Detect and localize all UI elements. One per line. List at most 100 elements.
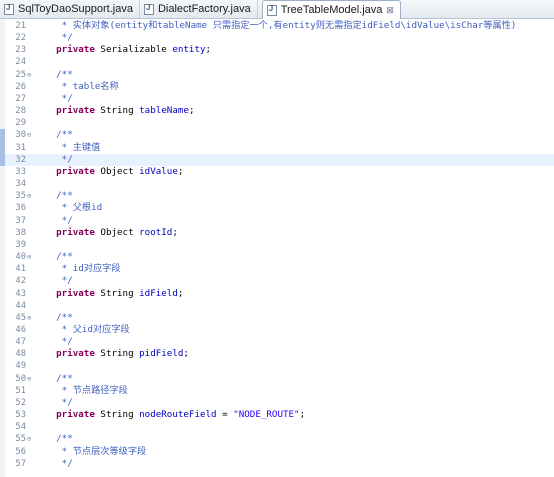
code-line[interactable]: 57 */ (0, 458, 554, 470)
code-editor[interactable]: 21 * 实体对象(entity和tableName 只需指定一个,有entit… (0, 19, 554, 477)
code-token: */ (34, 275, 73, 287)
line-number: 51 (15, 385, 26, 396)
code-token: */ (34, 32, 73, 44)
code-token: pidField (139, 348, 184, 360)
code-token: private (56, 44, 95, 56)
line-number: 37 (15, 215, 26, 226)
code-line[interactable]: 38 private Object rootId; (0, 227, 554, 239)
line-number: 27 (15, 93, 26, 104)
line-number: 47 (15, 337, 26, 348)
change-marker (0, 153, 5, 166)
code-text: */ (34, 458, 73, 470)
code-token: private (56, 105, 95, 117)
code-line[interactable]: 56 * 节点层次等级字段 (0, 446, 554, 458)
code-text: */ (34, 397, 73, 409)
code-text: /** (34, 190, 73, 202)
tab-sqltoydaosupport[interactable]: SqlToyDaoSupport.java (0, 0, 140, 18)
code-line[interactable]: 42 */ (0, 275, 554, 287)
code-line[interactable]: 31 * 主键值 (0, 141, 554, 154)
code-token: ; (188, 105, 195, 117)
code-token: /** (34, 129, 73, 141)
code-token: rootId (139, 226, 173, 238)
code-line[interactable]: 33 private Object idValue; (0, 166, 554, 178)
code-line[interactable]: 51 * 节点路径字段 (0, 385, 554, 397)
code-line[interactable]: 25 ⊖ /** (0, 69, 554, 81)
code-line[interactable]: 35 ⊖ /** (0, 190, 554, 202)
line-number: 23 (15, 45, 26, 56)
line-number: 55 (15, 434, 26, 445)
code-text: /** (34, 433, 73, 445)
code-line[interactable]: 30 ⊖ /** (0, 129, 554, 142)
code-line[interactable]: 32 */ (0, 153, 554, 166)
code-line[interactable]: 53 private String nodeRouteField = "NODE… (0, 409, 554, 421)
code-text: private String idField; (34, 288, 183, 300)
code-text: private Object idValue; (34, 166, 183, 178)
code-token: tableName (139, 105, 189, 117)
code-line[interactable]: 22 */ (0, 32, 554, 44)
code-line[interactable]: 24 (0, 56, 554, 68)
code-line[interactable]: 37 */ (0, 215, 554, 227)
code-line[interactable]: 27 */ (0, 93, 554, 105)
line-number: 26 (15, 81, 26, 92)
tab-label: DialectFactory.java (157, 3, 251, 15)
line-number: 44 (15, 300, 26, 311)
code-text: private Serializable entity; (34, 44, 211, 56)
code-token: * id对应字段 (34, 263, 121, 275)
code-line[interactable]: 34 (0, 178, 554, 190)
code-line[interactable]: 26 * table名称 (0, 81, 554, 93)
code-token: String (94, 105, 140, 117)
code-token: private (56, 287, 95, 299)
code-token: ; (172, 226, 178, 238)
code-line[interactable]: 48 private String pidField; (0, 348, 554, 360)
code-token: /** (34, 433, 73, 445)
code-line[interactable]: 47 */ (0, 336, 554, 348)
code-line[interactable]: 45 ⊖ /** (0, 312, 554, 324)
code-line[interactable]: 36 * 父根id (0, 202, 554, 214)
code-line[interactable]: 52 */ (0, 397, 554, 409)
code-token: * 节点层次等级字段 (34, 445, 147, 457)
code-line[interactable]: 44 (0, 300, 554, 312)
code-token: */ (34, 336, 73, 348)
line-number: 33 (15, 166, 26, 177)
code-text: /** (34, 129, 73, 141)
tab-dialectfactory[interactable]: DialectFactory.java (140, 0, 258, 18)
tab-label: TreeTableModel.java (280, 4, 383, 16)
code-line[interactable]: 46 * 父id对应字段 (0, 324, 554, 336)
code-token: * 主键值 (34, 141, 101, 153)
code-text: */ (34, 215, 73, 227)
code-line[interactable]: 40 ⊖ /** (0, 251, 554, 263)
code-line[interactable]: 21 * 实体对象(entity和tableName 只需指定一个,有entit… (0, 20, 554, 32)
line-number: 40 (15, 252, 26, 263)
line-number: 22 (15, 33, 26, 44)
code-line[interactable]: 49 (0, 360, 554, 372)
change-marker (0, 141, 5, 154)
line-number: 34 (15, 179, 26, 190)
code-line[interactable]: 39 (0, 239, 554, 251)
code-line[interactable]: 28 private String tableName; (0, 105, 554, 117)
code-line[interactable]: 29 (0, 117, 554, 129)
code-text: /** (34, 312, 73, 324)
close-tab-icon[interactable]: ⊠ (386, 5, 394, 16)
code-token: * 节点路径字段 (34, 384, 128, 396)
code-text: * 节点路径字段 (34, 385, 128, 397)
code-text: * 实体对象(entity和tableName 只需指定一个,有entity则无… (34, 20, 517, 32)
code-text: * 父id对应字段 (34, 324, 130, 336)
code-text: * 节点层次等级字段 (34, 445, 147, 458)
code-token: /** (34, 251, 73, 263)
code-line[interactable]: 41 * id对应字段 (0, 263, 554, 275)
code-token: * 父id对应字段 (34, 324, 130, 335)
code-text: */ (34, 32, 73, 44)
code-line[interactable]: 43 private String idField; (0, 288, 554, 300)
code-line[interactable]: 23 private Serializable entity; (0, 44, 554, 56)
line-number: 57 (15, 458, 26, 469)
code-line[interactable]: 55 ⊖ /** (0, 433, 554, 445)
code-token: /** (34, 372, 73, 384)
line-number: 21 (15, 21, 26, 31)
code-line[interactable]: 54 (0, 421, 554, 433)
code-line[interactable]: 50 ⊖ /** (0, 373, 554, 385)
code-token: Object (94, 165, 140, 177)
tab-treetablemodel[interactable]: TreeTableModel.java ⊠ (261, 0, 401, 19)
